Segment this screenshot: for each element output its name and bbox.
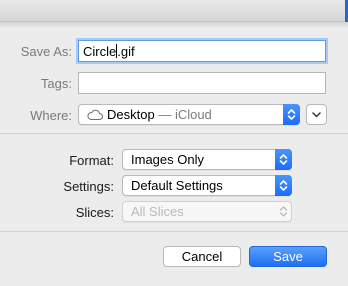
settings-popup[interactable]: Default Settings [122, 175, 292, 196]
chevron-up-down-icon [287, 109, 296, 120]
format-label: Format: [69, 153, 114, 168]
chevron-up-down-icon [279, 180, 288, 191]
where-stepper [283, 104, 300, 125]
where-popup[interactable]: Desktop — iCloud [78, 104, 300, 125]
cloud-icon [87, 109, 103, 120]
save-button[interactable]: Save [249, 246, 327, 267]
format-popup[interactable]: Images Only [122, 149, 292, 170]
window-titlebar [0, 0, 348, 22]
tags-label: Tags: [40, 76, 72, 91]
save-as-field[interactable]: Circle.gif [78, 40, 326, 62]
where-label: Where: [30, 108, 72, 123]
tags-field[interactable] [78, 72, 326, 94]
where-location: Desktop [107, 107, 155, 122]
where-service: iCloud [174, 107, 212, 122]
chevron-up-down-icon [279, 206, 288, 217]
settings-label: Settings: [63, 179, 114, 194]
format-value: Images Only [131, 152, 204, 167]
settings-value: Default Settings [131, 178, 223, 193]
expand-button[interactable] [306, 104, 327, 125]
settings-stepper [275, 175, 292, 196]
format-stepper [275, 149, 292, 170]
slices-label: Slices: [75, 205, 114, 220]
cancel-button[interactable]: Cancel [163, 246, 241, 267]
slices-value: All Slices [131, 204, 184, 219]
slices-stepper [275, 201, 292, 222]
filename-base: Circle [83, 44, 117, 59]
where-value: Desktop — iCloud [107, 105, 212, 124]
slices-popup: All Slices [122, 201, 292, 222]
section-divider [0, 133, 348, 134]
footer-divider [0, 231, 348, 232]
where-separator: — [154, 107, 175, 122]
chevron-down-icon [312, 112, 321, 118]
filename-extension: .gif [117, 44, 135, 59]
chevron-up-down-icon [279, 154, 288, 165]
sheet-shadow [0, 22, 348, 28]
save-as-label: Save As: [20, 44, 72, 59]
